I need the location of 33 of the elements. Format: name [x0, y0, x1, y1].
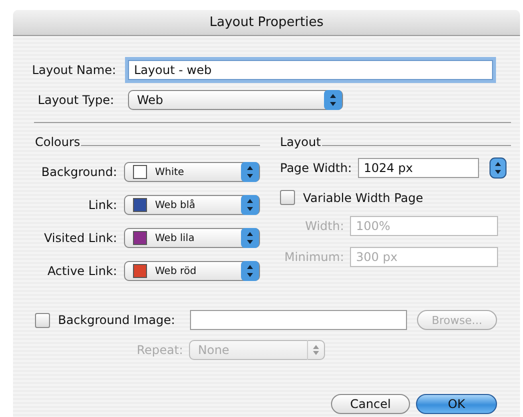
stepper-arrows-icon	[324, 90, 342, 110]
stepper-arrows-icon	[241, 261, 259, 281]
layout-type-dropdown[interactable]: Web	[128, 90, 343, 110]
field-label: Active Link:	[46, 264, 117, 278]
field-label: Repeat:	[136, 343, 183, 357]
colour-dropdown[interactable]: Web lila	[124, 228, 260, 248]
ok-button[interactable]: OK	[416, 394, 497, 414]
page-width-field[interactable]: 1024 px	[358, 158, 479, 178]
field-label: Minimum:	[283, 250, 344, 264]
section-heading: Colours	[35, 135, 80, 149]
stepper-arrows-icon	[241, 162, 259, 182]
field-label: Page Width:	[280, 161, 352, 175]
field-label: Layout Type:	[36, 93, 114, 107]
cancel-button[interactable]: Cancel	[331, 394, 410, 414]
field-label: Layout Name:	[30, 63, 116, 77]
stepper-arrows-icon	[241, 228, 259, 248]
colour-dropdown[interactable]: Web blå	[124, 195, 260, 215]
field-label: Link:	[87, 198, 117, 212]
checkbox[interactable]	[280, 190, 295, 205]
colour-dropdown[interactable]: White	[124, 162, 260, 182]
stepper-arrows-icon	[241, 195, 259, 215]
window-title: Layout Properties	[209, 15, 324, 30]
field-label: Background:	[40, 165, 117, 179]
checkbox-label: Background Image:	[58, 313, 176, 327]
field-label: Width:	[304, 219, 344, 233]
image-path-field[interactable]	[190, 310, 407, 330]
field-label: Visited Link:	[42, 231, 117, 245]
section-heading: Layout	[280, 135, 321, 149]
checkbox-label: Variable Width Page	[303, 190, 424, 204]
colour-dropdown[interactable]: Web röd	[124, 261, 260, 281]
layout-name-field[interactable]: Layout - web	[128, 60, 493, 80]
checkbox[interactable]	[35, 312, 50, 328]
stepper-arrows-icon[interactable]	[488, 157, 507, 179]
